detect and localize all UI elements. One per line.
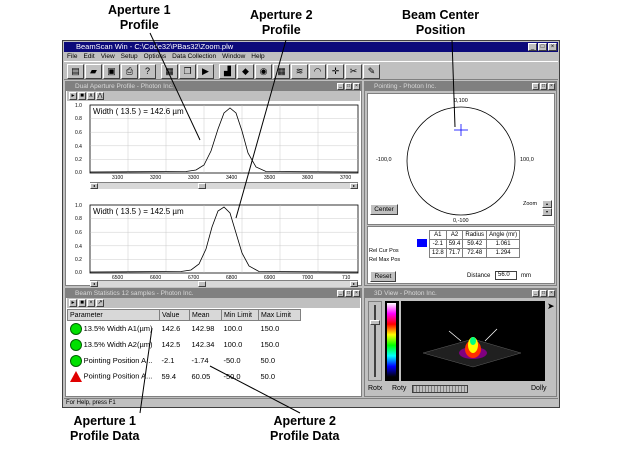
profile-window: Dual Aperture Profile - Photon Inc. _ □ × … <box>65 81 362 287</box>
tools-icon[interactable]: ✂ <box>345 64 362 79</box>
stats-window-toolbar: ▸ ■ × ↗ <box>67 298 360 308</box>
new-file-icon[interactable]: ▤ <box>67 64 84 79</box>
distance-label: Distance <box>467 273 491 279</box>
menu-view[interactable]: View <box>101 52 115 61</box>
print-icon[interactable]: ⎙ <box>121 64 138 79</box>
menu-data-collection[interactable]: Data Collection <box>172 52 216 61</box>
zoom-down-button[interactable]: ▾ <box>542 208 552 216</box>
table-row[interactable]: Pointing Position A... -2.1 -1.74 -50.0 50.… <box>68 353 301 369</box>
menu-file[interactable]: File <box>67 52 77 61</box>
pointer-icon: ➤ <box>547 301 555 311</box>
app-titlebar: BeamScan Win - C:\Code32\PBas32\Zoom.plw… <box>64 42 558 52</box>
reset-button[interactable]: Reset <box>370 271 396 282</box>
color-3d-icon[interactable]: ◆ <box>237 64 254 79</box>
app-window: BeamScan Win - C:\Code32\PBas32\Zoom.plw… <box>62 40 560 408</box>
chart-icon[interactable]: ≋ <box>291 64 308 79</box>
roty-slider[interactable] <box>412 385 468 393</box>
view3d-window-title: 3D View - Photon Inc. _ □ × <box>365 289 556 298</box>
stats-window: Beam Statistics 12 samples - Photon Inc.… <box>65 288 362 397</box>
callout-aperture2-data: Aperture 2 Profile Data <box>270 414 340 443</box>
menu-edit[interactable]: Edit <box>83 52 94 61</box>
minimize-button[interactable]: _ <box>528 43 537 51</box>
zoom-label: Zoom <box>523 201 538 207</box>
close-button[interactable]: × <box>548 43 557 51</box>
crosshair-icon[interactable]: ✛ <box>327 64 344 79</box>
status-ok-icon <box>69 354 82 367</box>
plot1-scrollbar[interactable]: ◂ ▸ <box>90 182 358 189</box>
gauge-icon[interactable]: ◠ <box>309 64 326 79</box>
save-icon[interactable]: ▣ <box>103 64 120 79</box>
report-icon[interactable]: ✎ <box>363 64 380 79</box>
callout-aperture1-profile: Aperture 1 Profile <box>108 3 171 32</box>
center-button[interactable]: Center <box>370 204 398 215</box>
callout-aperture2-profile: Aperture 2 Profile <box>250 8 313 37</box>
dolly-label: Dolly <box>531 385 547 392</box>
color-scale <box>385 301 399 381</box>
zoom-up-button[interactable]: ▴ <box>542 200 552 208</box>
target-icon[interactable]: ◉ <box>255 64 272 79</box>
dual-peak-icon[interactable]: ⋀ <box>96 92 104 100</box>
plot2-width-label: Width ( 13.5 ) = 142.5 µm <box>93 207 184 216</box>
windows-icon[interactable]: ❐ <box>179 64 196 79</box>
callout-beam-center: Beam Center Position <box>402 8 480 37</box>
maximize-button[interactable]: □ <box>538 43 547 51</box>
status-ok-icon <box>69 338 82 351</box>
toolbar: ▤ ▰ ▣ ⎙ ? ▦ ❐ ▶ ▟ ◆ ◉ ▦ ≋ ◠ ✛ ✂ ✎ <box>64 61 558 80</box>
peak-icon[interactable]: ∧ <box>87 92 95 100</box>
run-icon[interactable]: ▸ <box>69 92 77 100</box>
menu-help[interactable]: Help <box>251 52 264 61</box>
distance-unit: mm <box>521 273 531 279</box>
plot2-scrollbar[interactable]: ◂ ▸ <box>90 280 358 287</box>
view3d-window: 3D View - Photon Inc. _ □ × ➤ Rotx Roty Do <box>364 288 557 397</box>
layout-icon[interactable]: ▦ <box>161 64 178 79</box>
menu-options[interactable]: Options <box>144 52 166 61</box>
profile-view-icon[interactable]: ▟ <box>219 64 236 79</box>
run-icon[interactable]: ▸ <box>69 299 77 307</box>
run-icon[interactable]: ▶ <box>197 64 214 79</box>
statusbar: For Help, press F1 <box>64 398 558 406</box>
pointing-window-title: Pointing - Photon Inc. _ □ × <box>365 82 556 91</box>
export-icon[interactable]: ↗ <box>96 299 104 307</box>
callout-aperture1-data: Aperture 1 Profile Data <box>70 414 140 443</box>
clear-icon[interactable]: × <box>87 299 95 307</box>
menubar: File Edit View Setup Options Data Collec… <box>64 52 558 61</box>
stop-icon[interactable]: ■ <box>78 92 86 100</box>
view3d-plot <box>401 301 545 381</box>
stop-icon[interactable]: ■ <box>78 299 86 307</box>
open-folder-icon[interactable]: ▰ <box>85 64 102 79</box>
profile-window-toolbar: ▸ ■ ∧ ⋀ <box>67 91 360 101</box>
stats-window-title: Beam Statistics 12 samples - Photon Inc.… <box>66 289 361 298</box>
grid-icon[interactable]: ▦ <box>273 64 290 79</box>
table-row[interactable]: 13.5% Width A1(µm) 142.6 142.98 100.0 150.0 <box>68 321 301 337</box>
rotx-label: Rotx <box>368 385 383 392</box>
accent-swatch <box>417 239 427 247</box>
status-ok-icon <box>69 322 82 335</box>
status-fail-icon <box>69 371 82 382</box>
menu-setup[interactable]: Setup <box>121 52 138 61</box>
roty-label: Roty <box>392 385 407 392</box>
pointing-table: A1 A2 Radius Angle (mr) -2.1 59.4 59.42 … <box>429 230 521 258</box>
app-title: BeamScan Win - C:\Code32\PBas32\Zoom.plw <box>76 42 234 51</box>
table-row[interactable]: Pointing Position A... 59.4 60.05 -50.0 50.… <box>68 369 301 385</box>
stats-table: Parameter Value Mean Min Limit Max Limit… <box>67 309 301 385</box>
profile-plots <box>89 104 359 274</box>
pointing-window: Pointing - Photon Inc. _ □ × 0,100 -100,0 … <box>364 81 557 286</box>
table-row[interactable]: 13.5% Width A2(µm) 142.5 142.34 100.0 150.0 <box>68 337 301 353</box>
rotx-slider[interactable] <box>368 301 382 381</box>
help-pointer-icon[interactable]: ? <box>139 64 156 79</box>
menu-window[interactable]: Window <box>222 52 245 61</box>
distance-input[interactable]: 56.0 <box>495 271 517 280</box>
profile-window-title: Dual Aperture Profile - Photon Inc. _ □ × <box>66 82 361 91</box>
plot1-width-label: Width ( 13.5 ) = 142.6 µm <box>93 107 184 116</box>
status-text: For Help, press F1 <box>66 400 116 406</box>
